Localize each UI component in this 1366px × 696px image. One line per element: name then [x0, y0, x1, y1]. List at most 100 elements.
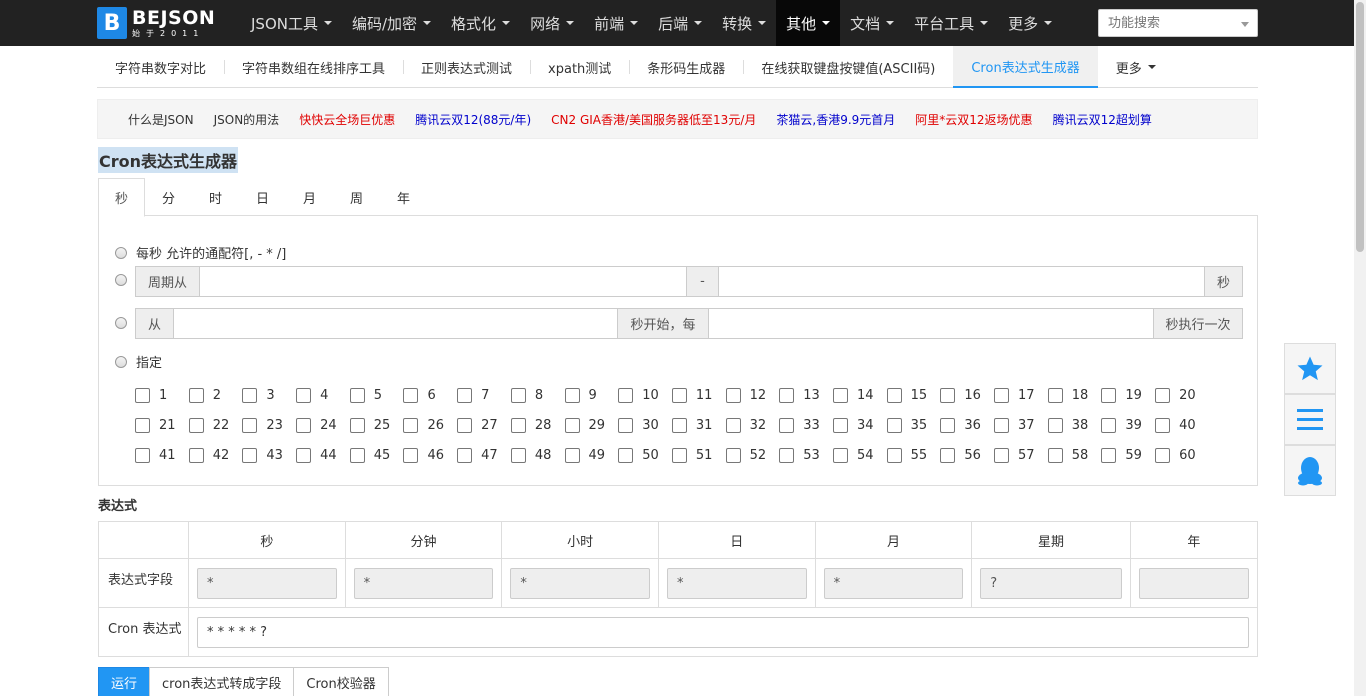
checkbox[interactable]: [994, 447, 1009, 463]
promo-link[interactable]: 快快云全场巨优惠: [299, 111, 395, 128]
field-week[interactable]: ?: [980, 567, 1122, 599]
checkbox[interactable]: [1155, 417, 1171, 433]
promo-link[interactable]: 腾讯云双12(88元/年): [415, 111, 531, 128]
second-checkbox-59[interactable]: 59: [1101, 447, 1155, 463]
field-hour[interactable]: *: [510, 567, 650, 599]
second-checkbox-7[interactable]: 7: [457, 387, 511, 403]
checkbox[interactable]: [296, 417, 312, 433]
qq-button[interactable]: [1284, 445, 1336, 496]
tab-0[interactable]: 秒: [98, 178, 145, 217]
second-checkbox-57[interactable]: 57: [994, 447, 1048, 463]
tab-3[interactable]: 日: [239, 178, 286, 216]
second-checkbox-8[interactable]: 8: [510, 387, 565, 403]
nav-platform[interactable]: 平台工具: [904, 0, 998, 46]
checkbox[interactable]: [296, 387, 312, 403]
checkbox[interactable]: [1047, 387, 1063, 403]
second-checkbox-20[interactable]: 20: [1155, 387, 1209, 403]
checkbox[interactable]: [1047, 417, 1063, 433]
checkbox[interactable]: [510, 447, 526, 463]
option-specify[interactable]: 指定: [115, 352, 162, 371]
second-checkbox-47[interactable]: 47: [457, 447, 511, 463]
second-checkbox-43[interactable]: 43: [242, 447, 296, 463]
subnav-item[interactable]: Cron表达式生成器: [953, 46, 1098, 88]
second-checkbox-45[interactable]: 45: [349, 447, 404, 463]
checkbox[interactable]: [832, 417, 848, 433]
second-checkbox-5[interactable]: 5: [349, 387, 404, 403]
checkbox[interactable]: [510, 417, 526, 433]
checkbox[interactable]: [1101, 387, 1117, 403]
checkbox[interactable]: [188, 417, 204, 433]
checkbox[interactable]: [1101, 417, 1117, 433]
cron-validator-button[interactable]: Cron校验器: [293, 667, 389, 696]
checkbox[interactable]: [779, 417, 795, 433]
tab-5[interactable]: 周: [333, 178, 380, 216]
checkbox[interactable]: [564, 447, 580, 463]
nav-docs[interactable]: 文档: [840, 0, 904, 46]
checkbox[interactable]: [135, 417, 150, 433]
checkbox[interactable]: [403, 447, 419, 463]
second-checkbox-26[interactable]: 26: [403, 417, 457, 433]
checkbox[interactable]: [1101, 447, 1117, 463]
checkbox[interactable]: [564, 417, 580, 433]
checkbox[interactable]: [510, 387, 526, 403]
second-checkbox-9[interactable]: 9: [564, 387, 619, 403]
second-checkbox-4[interactable]: 4: [296, 387, 350, 403]
checkbox[interactable]: [188, 387, 204, 403]
second-checkbox-58[interactable]: 58: [1047, 447, 1102, 463]
promo-link[interactable]: CN2 GIA香港/美国服务器低至13元/月: [551, 111, 756, 128]
second-checkbox-51[interactable]: 51: [671, 447, 726, 463]
second-checkbox-33[interactable]: 33: [779, 417, 833, 433]
checkbox[interactable]: [403, 417, 419, 433]
second-checkbox-13[interactable]: 13: [779, 387, 833, 403]
checkbox[interactable]: [1155, 447, 1171, 463]
second-checkbox-54[interactable]: 54: [832, 447, 887, 463]
field-second[interactable]: *: [197, 567, 337, 599]
field-minute[interactable]: *: [353, 567, 494, 599]
feature-search-input[interactable]: [1099, 10, 1229, 36]
radio-specify[interactable]: [115, 355, 127, 368]
page-scrollbar[interactable]: [1354, 0, 1366, 696]
checkbox[interactable]: [1047, 447, 1063, 463]
nav-json[interactable]: JSON工具: [241, 0, 342, 46]
checkbox[interactable]: [242, 387, 258, 403]
nav-frontend[interactable]: 前端: [584, 0, 648, 46]
subnav-item[interactable]: 正则表达式测试: [403, 46, 530, 88]
second-checkbox-55[interactable]: 55: [886, 447, 941, 463]
cycle-start-input[interactable]: [200, 266, 686, 297]
checkbox[interactable]: [994, 387, 1009, 403]
from-start-input[interactable]: [174, 308, 617, 339]
promo-link[interactable]: 什么是JSON: [128, 111, 194, 128]
nav-other[interactable]: 其他: [776, 0, 841, 46]
checkbox[interactable]: [403, 387, 419, 403]
favorite-button[interactable]: [1284, 343, 1336, 394]
subnav-item[interactable]: 条形码生成器: [629, 46, 743, 88]
from-step-input[interactable]: [709, 308, 1153, 339]
checkbox[interactable]: [188, 447, 204, 463]
checkbox[interactable]: [940, 417, 956, 433]
cron-to-fields-button[interactable]: cron表达式转成字段: [149, 667, 295, 696]
nav-encode[interactable]: 编码/加密: [342, 0, 441, 46]
checkbox[interactable]: [242, 447, 258, 463]
second-checkbox-32[interactable]: 32: [725, 417, 780, 433]
second-checkbox-37[interactable]: 37: [994, 417, 1048, 433]
checkbox[interactable]: [618, 387, 634, 403]
checkbox[interactable]: [349, 387, 365, 403]
second-checkbox-21[interactable]: 21: [135, 417, 189, 433]
second-checkbox-40[interactable]: 40: [1155, 417, 1209, 433]
second-checkbox-14[interactable]: 14: [832, 387, 887, 403]
checkbox[interactable]: [135, 447, 150, 463]
feature-search-select[interactable]: [1098, 9, 1258, 37]
second-checkbox-18[interactable]: 18: [1047, 387, 1102, 403]
second-checkbox-38[interactable]: 38: [1047, 417, 1102, 433]
field-month[interactable]: *: [823, 567, 964, 599]
checkbox[interactable]: [671, 447, 687, 463]
checkbox[interactable]: [618, 417, 634, 433]
second-checkbox-48[interactable]: 48: [510, 447, 565, 463]
checkbox[interactable]: [564, 387, 580, 403]
second-checkbox-56[interactable]: 56: [940, 447, 994, 463]
cycle-end-input[interactable]: [719, 266, 1204, 297]
tab-6[interactable]: 年: [380, 178, 427, 216]
promo-link[interactable]: 茶猫云,香港9.9元首月: [776, 111, 895, 128]
radio-cycle[interactable]: [115, 274, 127, 286]
second-checkbox-1[interactable]: 1: [135, 387, 189, 403]
